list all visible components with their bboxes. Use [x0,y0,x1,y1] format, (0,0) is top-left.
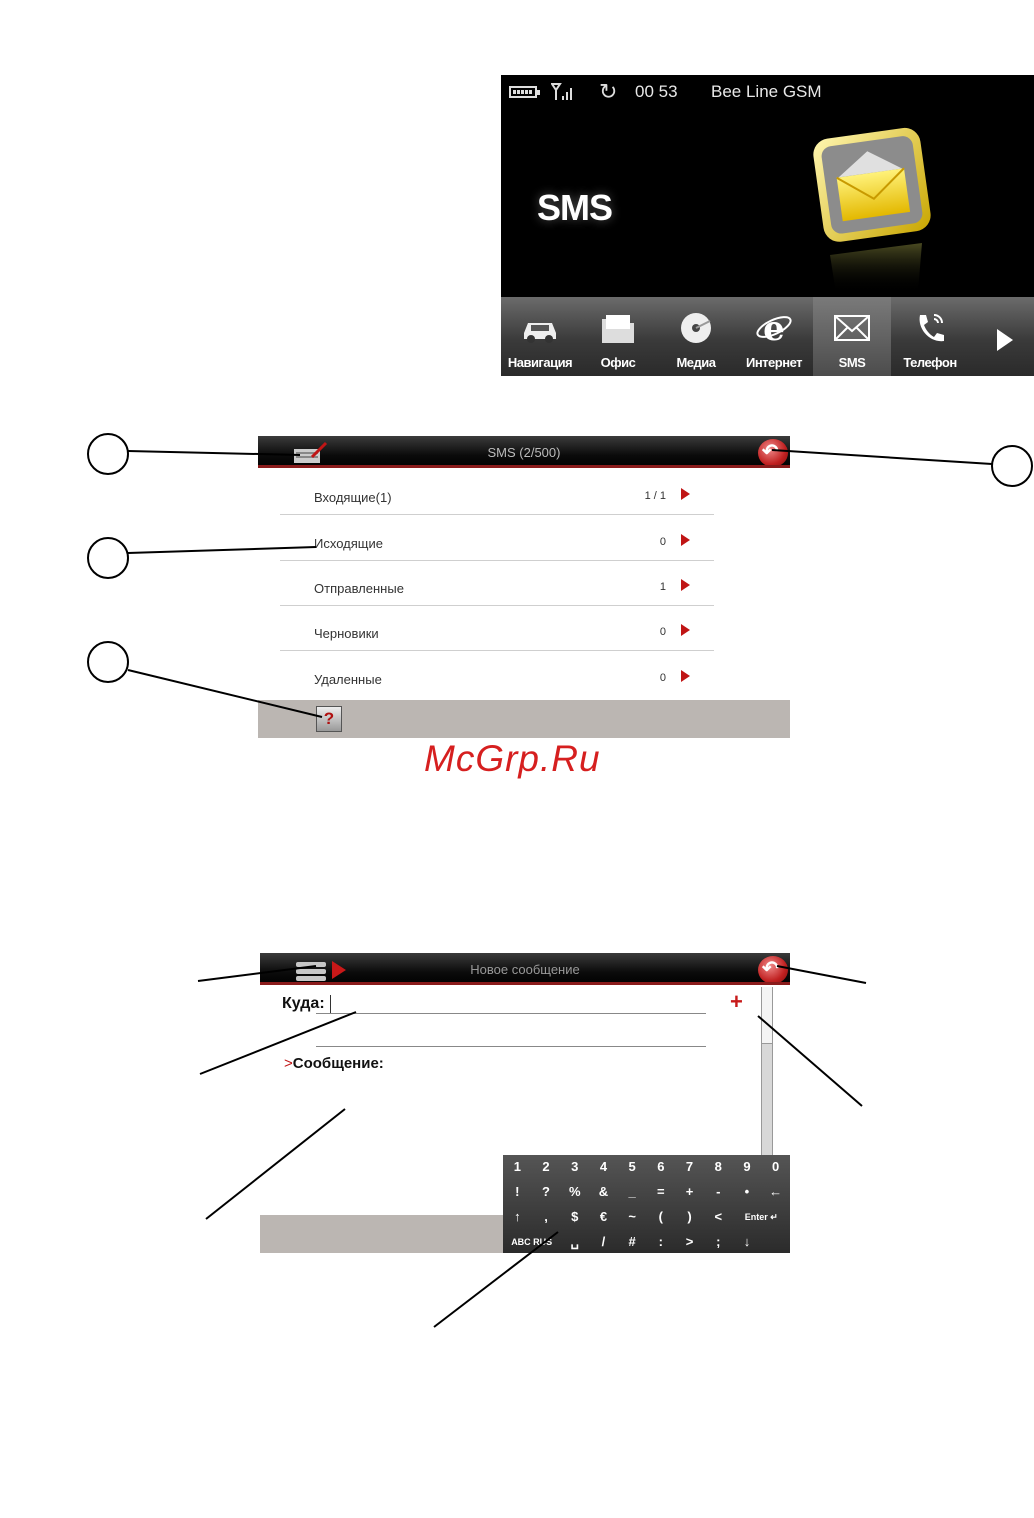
callout-circle [87,641,129,683]
callout-circle [991,445,1033,487]
callout-circle [87,433,129,475]
callout-lines [87,433,1033,1328]
callout-circle [87,537,129,579]
